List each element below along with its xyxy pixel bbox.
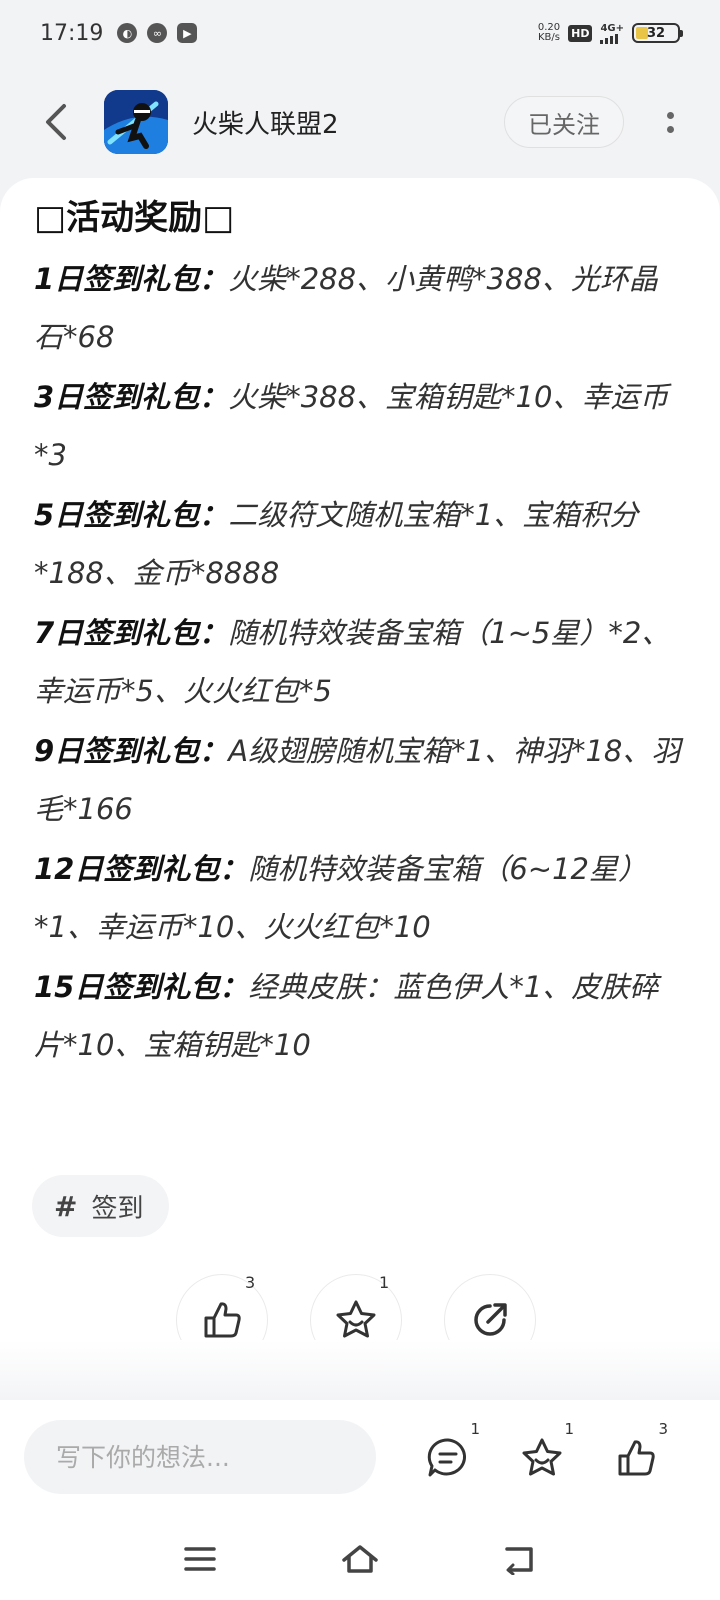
bottom-collect-button[interactable]: 1: [514, 1420, 574, 1486]
video-notification-icon: ▶: [177, 23, 198, 43]
status-right: 0.20 KB/s HD 4G+ 32: [538, 23, 683, 44]
bottom-like-count: 3: [658, 1420, 668, 1438]
back-nav-button[interactable]: [494, 1534, 544, 1584]
follow-button[interactable]: 已关注: [504, 96, 624, 148]
bottom-comment-bar: 1 1 3: [0, 1400, 720, 1520]
comment-count: 1: [470, 1420, 480, 1438]
app-notification-icon: ◐: [117, 23, 138, 43]
battery-icon: 32: [632, 23, 683, 43]
more-dot-icon: [666, 125, 674, 133]
more-dot-icon: [666, 111, 674, 119]
reward-label: 7日签到礼包：: [34, 616, 229, 650]
link-notification-icon: ∞: [147, 23, 168, 43]
home-icon: [342, 1545, 378, 1573]
app-name[interactable]: 火柴人联盟2: [192, 104, 339, 141]
comment-icon: [427, 1438, 467, 1477]
content-fade: [0, 1340, 720, 1400]
hashtag-icon: #: [54, 1189, 78, 1223]
status-time: 17:19: [40, 20, 104, 46]
post-title: □活动奖励□: [34, 198, 235, 238]
like-count: 3: [245, 1273, 256, 1292]
reward-item: 1日签到礼包：火柴*288、小黄鸭*388、光环晶石*68: [34, 250, 684, 366]
comment-input[interactable]: [24, 1420, 376, 1494]
topic-tag-label: 签到: [91, 1193, 144, 1224]
network-speed: 0.20 KB/s: [538, 23, 560, 43]
comment-button[interactable]: 1: [420, 1420, 480, 1486]
star-icon: [336, 1300, 376, 1338]
menu-icon: [184, 1547, 216, 1571]
reward-item: 9日签到礼包：A级翅膀随机宝箱*1、神羽*18、羽毛*166: [34, 722, 684, 838]
reward-item: 3日签到礼包：火柴*388、宝箱钥匙*10、幸运币*3: [34, 368, 684, 484]
post-content-card: □活动奖励□ 1日签到礼包：火柴*288、小黄鸭*388、光环晶石*68 3日签…: [0, 178, 720, 1400]
back-button[interactable]: [30, 97, 80, 147]
reward-item: 7日签到礼包：随机特效装备宝箱（1~5星）*2、幸运币*5、火火红包*5: [34, 604, 684, 720]
reward-item: 15日签到礼包：经典皮肤：蓝色伊人*1、皮肤碎片*10、宝箱钥匙*10: [34, 958, 684, 1074]
app-avatar[interactable]: [104, 90, 168, 154]
reward-item: 12日签到礼包：随机特效装备宝箱（6~12星）*1、幸运币*10、火火红包*10: [34, 840, 684, 956]
reward-item: 5日签到礼包：二级符文随机宝箱*1、宝箱积分*188、金币*8888: [34, 486, 684, 602]
thumbs-up-icon: [204, 1302, 241, 1338]
reward-label: 9日签到礼包：: [34, 734, 229, 768]
back-arrow-icon: [505, 1547, 533, 1575]
home-nav-button[interactable]: [335, 1534, 385, 1584]
reward-label: 12日签到礼包：: [34, 852, 249, 886]
hd-icon: HD: [568, 24, 593, 42]
signal-bars: [600, 33, 619, 44]
post-header: 火柴人联盟2 已关注: [0, 82, 720, 162]
net-speed-unit: KB/s: [537, 32, 560, 43]
stickman-logo-icon: [104, 90, 168, 154]
reward-label: 3日签到礼包：: [34, 380, 229, 414]
menu-nav-button[interactable]: [175, 1534, 225, 1584]
more-options-button[interactable]: [650, 96, 690, 148]
post-body: 1日签到礼包：火柴*288、小黄鸭*388、光环晶石*68 3日签到礼包：火柴*…: [34, 250, 684, 1076]
chevron-left-icon: [46, 104, 66, 140]
bottom-collect-count: 1: [564, 1420, 574, 1438]
share-icon: [474, 1303, 507, 1336]
system-nav-bar: [0, 1520, 720, 1600]
reward-label: 5日签到礼包：: [34, 498, 229, 532]
reward-label: 15日签到礼包：: [34, 970, 249, 1004]
star-icon: [522, 1438, 562, 1476]
topic-tag[interactable]: # 签到: [32, 1175, 170, 1237]
collect-count: 1: [379, 1273, 390, 1292]
thumbs-up-icon: [618, 1440, 655, 1476]
bottom-like-button[interactable]: 3: [608, 1420, 668, 1486]
status-bar: 17:19 ◐ ∞ ▶ 0.20 KB/s HD 4G+ 32: [0, 0, 720, 66]
network-type: 4G+: [600, 22, 624, 34]
notification-icons: ◐ ∞ ▶: [117, 23, 198, 43]
battery-level: 32: [646, 25, 666, 41]
reward-label: 1日签到礼包：: [34, 262, 229, 296]
signal-icon: 4G+: [600, 23, 624, 44]
